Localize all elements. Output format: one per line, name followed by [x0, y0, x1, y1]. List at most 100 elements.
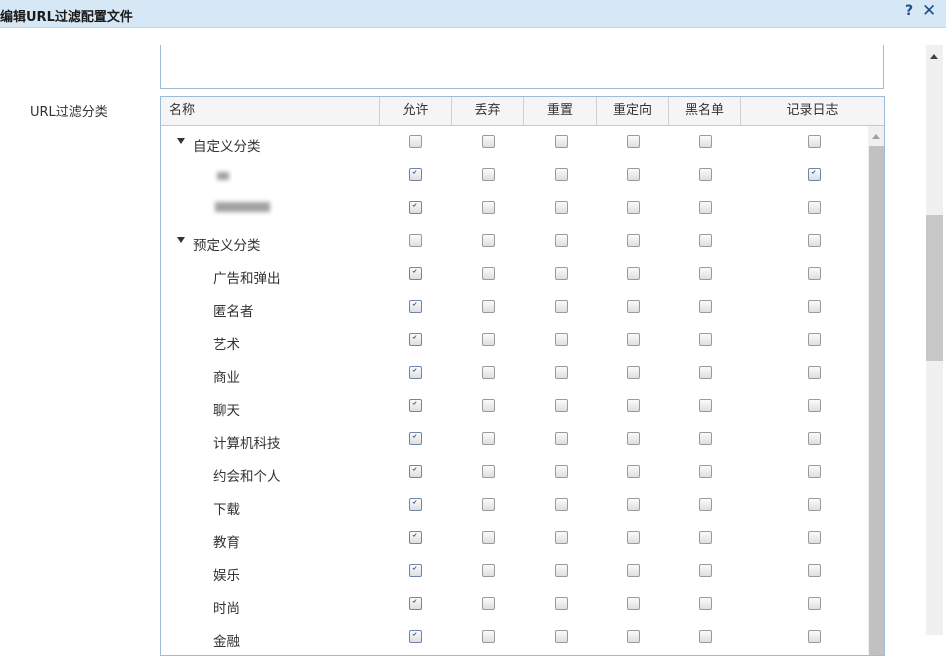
log-checkbox[interactable]: [808, 201, 821, 214]
scroll-up-arrow-icon[interactable]: [872, 134, 880, 139]
reset-checkbox[interactable]: [555, 630, 568, 643]
allow-checkbox[interactable]: [409, 135, 422, 148]
category-row[interactable]: 艺术: [161, 325, 868, 358]
redirect-checkbox[interactable]: [627, 630, 640, 643]
drop-checkbox[interactable]: [482, 234, 495, 247]
category-row[interactable]: 商业: [161, 358, 868, 391]
reset-checkbox[interactable]: [555, 597, 568, 610]
allow-checkbox[interactable]: [409, 498, 422, 511]
log-checkbox[interactable]: [808, 135, 821, 148]
redirect-checkbox[interactable]: [627, 531, 640, 544]
allow-checkbox[interactable]: [409, 168, 422, 181]
category-row[interactable]: 下载: [161, 490, 868, 523]
page-scrollbar[interactable]: [926, 45, 943, 635]
redirect-checkbox[interactable]: [627, 333, 640, 346]
reset-checkbox[interactable]: [555, 333, 568, 346]
grid-scrollbar[interactable]: [868, 126, 884, 655]
header-column-reset[interactable]: 重置: [524, 97, 597, 125]
drop-checkbox[interactable]: [482, 597, 495, 610]
reset-checkbox[interactable]: [555, 564, 568, 577]
tree-collapse-icon[interactable]: [177, 237, 185, 243]
category-row[interactable]: 匿名者: [161, 292, 868, 325]
blacklist-checkbox[interactable]: [699, 564, 712, 577]
allow-checkbox[interactable]: [409, 267, 422, 280]
log-checkbox[interactable]: [808, 333, 821, 346]
header-column-name[interactable]: 名称: [161, 97, 380, 125]
redirect-checkbox[interactable]: [627, 366, 640, 379]
close-icon[interactable]: ✕: [922, 1, 936, 21]
page-scroll-up-arrow-icon[interactable]: [930, 54, 938, 59]
header-column-blacklist[interactable]: 黑名单: [669, 97, 741, 125]
redirect-checkbox[interactable]: [627, 498, 640, 511]
drop-checkbox[interactable]: [482, 135, 495, 148]
category-row[interactable]: 聊天: [161, 391, 868, 424]
allow-checkbox[interactable]: [409, 630, 422, 643]
category-row[interactable]: 金融: [161, 622, 868, 655]
log-checkbox[interactable]: [808, 630, 821, 643]
drop-checkbox[interactable]: [482, 333, 495, 346]
header-column-allow[interactable]: 允许: [380, 97, 452, 125]
tree-collapse-icon[interactable]: [177, 138, 185, 144]
reset-checkbox[interactable]: [555, 135, 568, 148]
log-checkbox[interactable]: [808, 498, 821, 511]
blacklist-checkbox[interactable]: [699, 135, 712, 148]
drop-checkbox[interactable]: [482, 432, 495, 445]
log-checkbox[interactable]: [808, 234, 821, 247]
header-column-drop[interactable]: 丢弃: [452, 97, 524, 125]
allow-checkbox[interactable]: [409, 366, 422, 379]
log-checkbox[interactable]: [808, 399, 821, 412]
allow-checkbox[interactable]: [409, 597, 422, 610]
log-checkbox[interactable]: [808, 366, 821, 379]
reset-checkbox[interactable]: [555, 399, 568, 412]
reset-checkbox[interactable]: [555, 168, 568, 181]
reset-checkbox[interactable]: [555, 201, 568, 214]
reset-checkbox[interactable]: [555, 267, 568, 280]
category-row[interactable]: 广告和弹出: [161, 259, 868, 292]
allow-checkbox[interactable]: [409, 234, 422, 247]
log-checkbox[interactable]: [808, 300, 821, 313]
blacklist-checkbox[interactable]: [699, 267, 712, 280]
allow-checkbox[interactable]: [409, 432, 422, 445]
category-row[interactable]: 娱乐: [161, 556, 868, 589]
category-row[interactable]: [161, 193, 868, 226]
blacklist-checkbox[interactable]: [699, 630, 712, 643]
blacklist-checkbox[interactable]: [699, 201, 712, 214]
header-column-log[interactable]: 记录日志: [741, 97, 884, 125]
allow-checkbox[interactable]: [409, 465, 422, 478]
page-scrollbar-thumb[interactable]: [926, 215, 943, 361]
redirect-checkbox[interactable]: [627, 168, 640, 181]
help-icon[interactable]: ?: [905, 3, 913, 19]
redirect-checkbox[interactable]: [627, 234, 640, 247]
category-row[interactable]: 时尚: [161, 589, 868, 622]
allow-checkbox[interactable]: [409, 300, 422, 313]
blacklist-checkbox[interactable]: [699, 432, 712, 445]
redirect-checkbox[interactable]: [627, 597, 640, 610]
description-textarea[interactable]: [160, 45, 884, 89]
allow-checkbox[interactable]: [409, 531, 422, 544]
header-column-redirect[interactable]: 重定向: [597, 97, 669, 125]
drop-checkbox[interactable]: [482, 498, 495, 511]
reset-checkbox[interactable]: [555, 432, 568, 445]
drop-checkbox[interactable]: [482, 366, 495, 379]
category-row[interactable]: 约会和个人: [161, 457, 868, 490]
redirect-checkbox[interactable]: [627, 465, 640, 478]
reset-checkbox[interactable]: [555, 234, 568, 247]
drop-checkbox[interactable]: [482, 201, 495, 214]
drop-checkbox[interactable]: [482, 399, 495, 412]
blacklist-checkbox[interactable]: [699, 333, 712, 346]
drop-checkbox[interactable]: [482, 630, 495, 643]
redirect-checkbox[interactable]: [627, 300, 640, 313]
log-checkbox[interactable]: [808, 531, 821, 544]
category-row[interactable]: [161, 160, 868, 193]
allow-checkbox[interactable]: [409, 399, 422, 412]
reset-checkbox[interactable]: [555, 531, 568, 544]
reset-checkbox[interactable]: [555, 366, 568, 379]
drop-checkbox[interactable]: [482, 465, 495, 478]
allow-checkbox[interactable]: [409, 564, 422, 577]
redirect-checkbox[interactable]: [627, 432, 640, 445]
blacklist-checkbox[interactable]: [699, 465, 712, 478]
blacklist-checkbox[interactable]: [699, 399, 712, 412]
blacklist-checkbox[interactable]: [699, 597, 712, 610]
drop-checkbox[interactable]: [482, 168, 495, 181]
log-checkbox[interactable]: [808, 597, 821, 610]
